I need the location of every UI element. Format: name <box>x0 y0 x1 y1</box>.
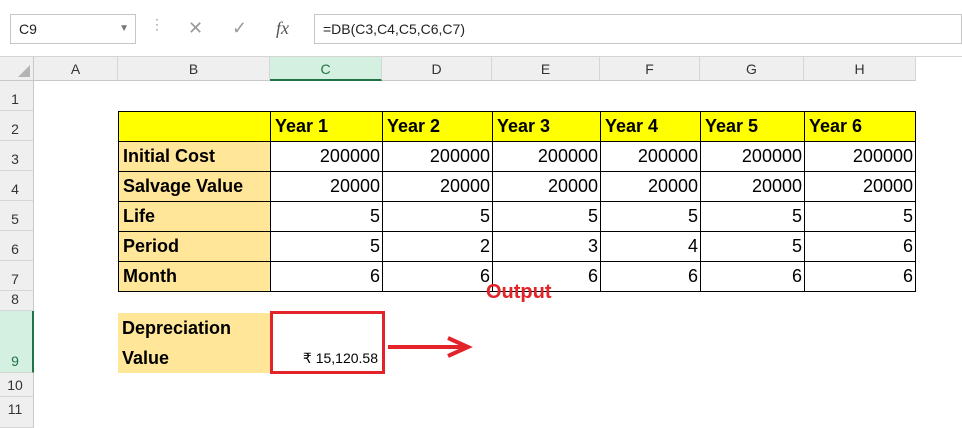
value-cell[interactable]: 20000 <box>700 171 805 202</box>
value-cell[interactable]: 5 <box>804 201 916 232</box>
label-initial-cost[interactable]: Initial Cost <box>118 141 271 172</box>
value-cell[interactable]: 5 <box>700 231 805 262</box>
value-cell[interactable]: 20000 <box>270 171 383 202</box>
formula-input[interactable]: =DB(C3,C4,C5,C6,C7) <box>314 14 962 44</box>
formula-buttons: ✕ ✓ fx <box>176 14 308 44</box>
row-header-7[interactable]: 7 <box>0 261 34 291</box>
formula-text: =DB(C3,C4,C5,C6,C7) <box>323 21 465 37</box>
value-cell[interactable]: 200000 <box>700 141 805 172</box>
column-header-f[interactable]: F <box>600 57 700 81</box>
label-period[interactable]: Period <box>118 231 271 262</box>
column-header-g[interactable]: G <box>700 57 804 81</box>
year-header[interactable]: Year 2 <box>382 111 493 142</box>
value-cell[interactable]: 6 <box>700 261 805 292</box>
value-cell[interactable]: 6 <box>382 261 493 292</box>
value-cell[interactable]: 5 <box>700 201 805 232</box>
row-header-4[interactable]: 4 <box>0 171 34 201</box>
value-cell[interactable]: 6 <box>804 261 916 292</box>
year-header[interactable]: Year 5 <box>700 111 805 142</box>
label-line-1: Depreciation <box>122 318 232 338</box>
label-salvage-value[interactable]: Salvage Value <box>118 171 271 202</box>
value-cell[interactable]: 3 <box>492 231 601 262</box>
name-box-value: C9 <box>19 21 37 37</box>
value-cell[interactable]: 20000 <box>382 171 493 202</box>
value-cell[interactable]: 5 <box>270 231 383 262</box>
value-cell[interactable]: 6 <box>600 261 701 292</box>
column-header-b[interactable]: B <box>118 57 270 81</box>
year-header[interactable]: Year 4 <box>600 111 701 142</box>
value-cell[interactable]: 5 <box>492 201 601 232</box>
insert-function-icon[interactable]: fx <box>276 18 289 39</box>
row-header-2[interactable]: 2 <box>0 111 34 141</box>
column-header-d[interactable]: D <box>382 57 492 81</box>
column-header-c[interactable]: C <box>270 57 382 81</box>
label-life[interactable]: Life <box>118 201 271 232</box>
formula-bar-area: C9 ▼ ⋮ ✕ ✓ fx =DB(C3,C4,C5,C6,C7) <box>0 0 962 57</box>
select-all-button[interactable] <box>0 57 34 81</box>
value-cell[interactable]: 6 <box>270 261 383 292</box>
worksheet-grid: A B C D E F G H 1 2 3 4 5 6 7 8 9 10 11 … <box>0 57 962 428</box>
value-cell[interactable]: 200000 <box>804 141 916 172</box>
label-month[interactable]: Month <box>118 261 271 292</box>
row-header-10[interactable]: 10 <box>0 373 34 397</box>
row-header-8[interactable]: 8 <box>0 291 34 311</box>
value-cell[interactable]: 20000 <box>804 171 916 202</box>
value-cell[interactable]: 200000 <box>600 141 701 172</box>
year-header[interactable]: Year 1 <box>270 111 383 142</box>
column-header-h[interactable]: H <box>804 57 916 81</box>
value-cell[interactable]: 6 <box>804 231 916 262</box>
right-arrow-icon <box>388 336 473 358</box>
header-blank-cell[interactable] <box>118 111 271 142</box>
year-header[interactable]: Year 3 <box>492 111 601 142</box>
result-value: ₹ 15,120.58 <box>302 350 378 366</box>
value-cell[interactable]: 4 <box>600 231 701 262</box>
value-cell[interactable]: 5 <box>382 201 493 232</box>
name-box[interactable]: C9 ▼ <box>10 14 136 44</box>
value-cell[interactable]: 20000 <box>600 171 701 202</box>
row-header-5[interactable]: 5 <box>0 201 34 231</box>
value-cell[interactable]: 5 <box>600 201 701 232</box>
row-header-1[interactable]: 1 <box>0 81 34 111</box>
column-header-a[interactable]: A <box>34 57 118 81</box>
row-header-11[interactable]: 11 <box>0 397 34 428</box>
year-header[interactable]: Year 6 <box>804 111 916 142</box>
row-header-3[interactable]: 3 <box>0 141 34 171</box>
value-cell[interactable]: 20000 <box>492 171 601 202</box>
row-header-9[interactable]: 9 <box>0 311 34 373</box>
row-header-6[interactable]: 6 <box>0 231 34 261</box>
value-cell[interactable]: 200000 <box>382 141 493 172</box>
label-depreciation-value[interactable]: Depreciation Value <box>118 313 270 373</box>
enter-check-icon[interactable]: ✓ <box>232 18 247 39</box>
value-cell[interactable]: 2 <box>382 231 493 262</box>
value-cell[interactable]: 200000 <box>492 141 601 172</box>
value-cell[interactable]: 200000 <box>270 141 383 172</box>
cancel-icon[interactable]: ✕ <box>188 18 203 39</box>
column-header-e[interactable]: E <box>492 57 600 81</box>
output-label: Output <box>486 281 552 303</box>
drag-handle-icon[interactable]: ⋮ <box>150 16 164 33</box>
result-cell[interactable]: ₹ 15,120.58 <box>270 311 385 374</box>
chevron-down-icon[interactable]: ▼ <box>119 23 129 34</box>
value-cell[interactable]: 5 <box>270 201 383 232</box>
label-line-2: Value <box>122 348 170 368</box>
